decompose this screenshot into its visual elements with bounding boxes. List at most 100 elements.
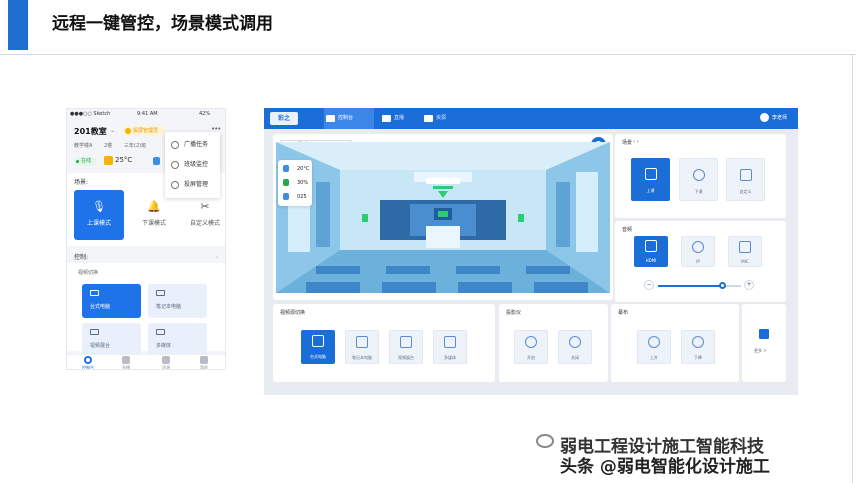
book-icon: [162, 356, 170, 364]
tab-profile[interactable]: 我的: [189, 356, 219, 369]
screen-up-label: 上升: [650, 355, 658, 360]
video-visualizer-label: 视频展台: [398, 355, 414, 360]
projector-on-button[interactable]: 开启: [514, 330, 548, 364]
screen-panel: 幕布 上升 下降: [611, 304, 739, 382]
volume-thumb[interactable]: [718, 282, 726, 289]
volume-slider[interactable]: − +: [644, 278, 754, 293]
more-panel[interactable]: 更多 >: [742, 304, 786, 382]
header-accent-bar: [8, 0, 28, 50]
room-name[interactable]: 201教室: [74, 126, 107, 137]
person-icon: [644, 168, 657, 180]
break-mode-label: 下课模式: [141, 220, 166, 227]
control-arrow[interactable]: ›: [216, 254, 218, 261]
audio-ip-label: IP: [696, 259, 700, 264]
screen-up-button[interactable]: 上升: [637, 330, 671, 364]
class-mode-label: 上课模式: [86, 220, 111, 227]
tab-console[interactable]: 控制台: [73, 356, 103, 370]
video-icon: [382, 115, 391, 122]
broadcast-icon: [171, 141, 179, 149]
microphone-icon: [739, 241, 751, 253]
projector-off-button[interactable]: 关闭: [558, 330, 592, 364]
video-switch-label: 视频切换: [78, 270, 99, 276]
hdmi-icon: [645, 240, 657, 252]
volume-fill: [658, 285, 723, 287]
projector-panel: 投影仪 开启 关闭: [499, 304, 608, 382]
projector-on-label: 开启: [527, 355, 535, 360]
scene-title: 场景: [622, 140, 633, 146]
laptop-source-button[interactable]: 笔记本电脑: [148, 284, 207, 318]
tab-live[interactable]: 直播: [111, 356, 141, 369]
laptop-icon: [356, 336, 368, 348]
menu-item-cast-label: 投屏管理: [184, 181, 209, 188]
floor-label: 2楼: [104, 143, 113, 149]
visualizer-icon: [400, 336, 412, 348]
screen-down-label: 下降: [694, 355, 702, 360]
desktop-icon: [90, 290, 99, 296]
video-desktop-label: 台式电脑: [310, 354, 326, 359]
desktop-source-button[interactable]: 台式电脑: [82, 284, 141, 318]
desktop-top-bar: 彩之 控制台 直播 资源 李老师: [264, 108, 798, 129]
video-media-button[interactable]: 多媒体: [433, 330, 467, 364]
menu-item-broadcast[interactable]: 广播任务: [171, 140, 208, 150]
nav-resources-label: 资源: [436, 115, 447, 121]
control-label: 控制:: [74, 254, 89, 261]
menu-item-cast[interactable]: 投屏管理: [171, 180, 208, 190]
arrow-down-icon: [692, 336, 704, 348]
scene-class-button[interactable]: 上课: [631, 158, 670, 201]
humidity-icon: [153, 157, 160, 165]
screen-down-button[interactable]: 下降: [681, 330, 715, 364]
tab-resources[interactable]: 资源: [151, 356, 181, 370]
monitor-icon: [326, 115, 335, 122]
console-icon: [84, 356, 92, 364]
nav-live[interactable]: 直播: [380, 108, 420, 129]
volume-minus-button[interactable]: −: [644, 280, 654, 290]
media-icon: [156, 329, 165, 335]
media-icon: [444, 336, 456, 348]
more-dropdown-menu: 广播任务 班级监控 投屏管理: [165, 132, 220, 198]
media-source-button[interactable]: 多媒体: [148, 323, 207, 357]
audio-mic-button[interactable]: MIC: [728, 236, 762, 267]
camera-icon: [171, 161, 179, 169]
status-time: 9:41 AM: [137, 111, 158, 117]
video-source-title: 视频源切换: [280, 310, 306, 316]
scene-panel: 场景 ‹ › 上课 下课 自定义: [615, 134, 786, 218]
nav-console[interactable]: 控制台: [324, 108, 374, 129]
audio-hdmi-button[interactable]: HDMI: [634, 236, 668, 267]
visualizer-source-button[interactable]: 视频展台: [82, 323, 141, 357]
scene-break-button[interactable]: 下课: [679, 158, 718, 201]
pm-icon: [283, 193, 289, 200]
app-logo: 彩之: [270, 112, 298, 125]
video-desktop-button[interactable]: 台式电脑: [301, 330, 335, 364]
temperature-value: 20°C: [297, 166, 310, 172]
tab-console-label: 控制台: [82, 365, 94, 370]
more-label: 更多 >: [754, 348, 767, 353]
laptop-source-label: 笔记本电脑: [156, 304, 182, 310]
desktop-source-label: 台式电脑: [90, 304, 111, 310]
bell-icon: 🔔: [147, 200, 161, 213]
power-on-icon: [525, 336, 537, 348]
audio-ip-button[interactable]: IP: [681, 236, 715, 267]
right-divider: [852, 54, 853, 483]
phone-status-bar: ●●●○○ Sketch 9:41 AM 42%: [67, 111, 225, 120]
scene-custom-button[interactable]: 自定义: [726, 158, 765, 201]
user-menu[interactable]: 李老师: [760, 113, 787, 122]
clock-icon: [692, 169, 705, 181]
nav-resources[interactable]: 资源: [422, 108, 462, 129]
chevron-down-icon[interactable]: ⌄: [110, 127, 115, 134]
menu-item-monitor[interactable]: 班级监控: [171, 160, 208, 170]
globe-icon: [692, 241, 704, 253]
scene-pager[interactable]: ‹ ›: [633, 139, 639, 145]
phone-tab-bar: 控制台 直播 资源 我的: [67, 354, 225, 370]
power-off-icon: [569, 336, 581, 348]
video-visualizer-button[interactable]: 视频展台: [389, 330, 423, 364]
menu-item-broadcast-label: 广播任务: [184, 141, 209, 148]
class-mode-button[interactable]: 🎙 上课模式: [74, 190, 124, 240]
tab-resources-label: 资源: [162, 365, 170, 370]
video-laptop-button[interactable]: 笔记本电脑: [345, 330, 379, 364]
visualizer-icon: [90, 329, 99, 335]
scene-label: 场景:: [74, 179, 89, 186]
nav-live-label: 直播: [394, 115, 405, 121]
volume-plus-button[interactable]: +: [744, 280, 754, 290]
nav-console-label: 控制台: [338, 115, 354, 121]
video-source-panel: 视频源切换 台式电脑 笔记本电脑 视频展台 多媒体: [273, 304, 495, 382]
